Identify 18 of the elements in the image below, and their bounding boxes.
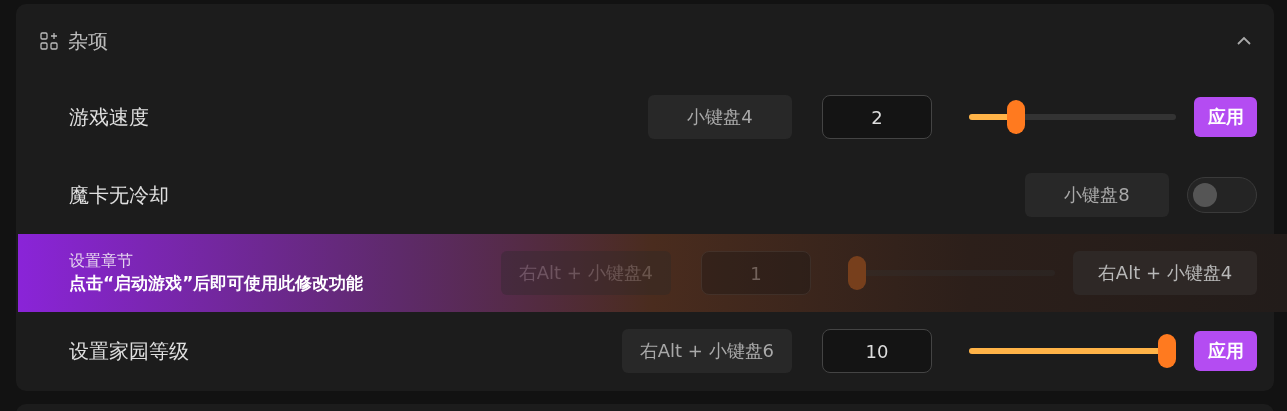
chevron-icon[interactable] [1236,36,1252,46]
slider[interactable] [969,334,1176,368]
section-title: 杂项 [68,27,109,55]
number-field[interactable]: 2 [822,95,932,139]
grid-plus-icon [40,32,58,50]
row-label: 游戏速度 [69,103,150,131]
apply-button[interactable]: 应用 [1194,97,1257,137]
row-label: 设置章节 [69,251,134,272]
row-label: 设置家园等级 [69,337,190,365]
hotkey-button[interactable]: 小键盘4 [648,95,792,139]
toggle-switch[interactable] [1187,177,1257,213]
number-field[interactable]: 10 [822,329,932,373]
hotkey-button[interactable]: 小键盘8 [1025,173,1169,217]
notice-text: 点击“启动游戏”后即可使用此修改功能 [69,272,365,295]
hotkey-button[interactable]: 右Alt + 小键盘6 [621,329,792,373]
row-label: 魔卡无冷却 [69,181,170,209]
apply-button[interactable]: 应用 [1194,331,1257,371]
slider[interactable] [969,100,1176,134]
